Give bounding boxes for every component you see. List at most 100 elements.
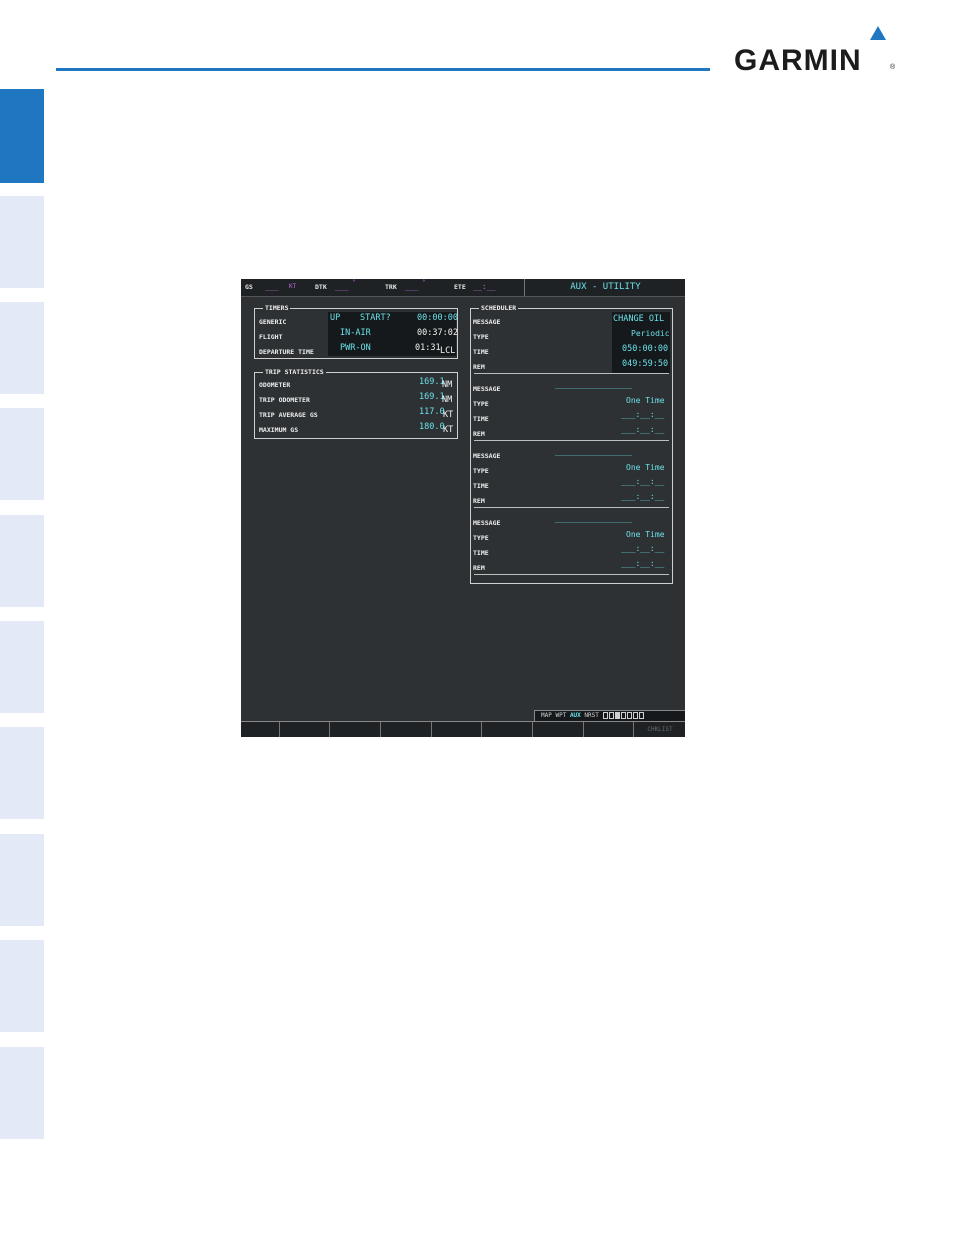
logo-registered: ® [890, 64, 896, 71]
logo-triangle-icon [870, 26, 886, 40]
scheduler-title: SCHEDULER [479, 304, 519, 312]
softkey-2[interactable] [279, 722, 330, 737]
softkey-checklist[interactable]: CHKLIST [633, 722, 685, 737]
sched-1-type-label: TYPE [473, 333, 489, 341]
mfd-screen: GS ___ KT DTK ___ ° TRK ___ ° ETE __:__ … [241, 279, 685, 737]
timer-generic-mode[interactable]: UP [330, 313, 340, 323]
sched-4-time-value[interactable]: ___:__:__ [621, 544, 664, 553]
trip-average-gs-value: 117.0 [419, 407, 445, 417]
sched-2-message-value[interactable]: ________________ [555, 380, 632, 389]
sched-4-message-label: MESSAGE [473, 519, 501, 527]
scheduler-box: SCHEDULER MESSAGE CHANGE OIL TYPE Period… [470, 304, 673, 584]
page-indicator-dot [609, 712, 615, 719]
ete-label: ETE [454, 283, 466, 291]
sched-2-time-value[interactable]: ___:__:__ [621, 410, 664, 419]
side-tab[interactable] [0, 302, 44, 394]
page-title: AUX - UTILITY [524, 279, 685, 296]
sched-4-message-value[interactable]: ________________ [555, 514, 632, 523]
softkey-4[interactable] [380, 722, 431, 737]
dtk-deg: ° [352, 279, 356, 286]
sched-1-message-label: MESSAGE [473, 318, 501, 326]
trip-odometer-value: 169.1 [419, 392, 445, 402]
side-tab[interactable] [0, 621, 44, 713]
maximum-gs-value: 180.0 [419, 422, 445, 432]
sched-4-type-value[interactable]: One Time [626, 530, 665, 539]
sched-2-type-value[interactable]: One Time [626, 396, 665, 405]
sched-2-type-label: TYPE [473, 400, 489, 408]
softkey-3[interactable] [329, 722, 380, 737]
trk-value: ___ [405, 282, 419, 291]
sched-2-time-label: TIME [473, 415, 489, 423]
sched-4-rem-label: REM [473, 564, 485, 572]
timer-departure-label: DEPARTURE TIME [259, 348, 314, 356]
trk-label: TRK [385, 283, 397, 291]
side-tab[interactable] [0, 408, 44, 500]
timer-flight-label: FLIGHT [259, 333, 283, 341]
sched-1-message-value[interactable]: CHANGE OIL [613, 314, 664, 324]
side-tab[interactable] [0, 834, 44, 926]
sched-3-type-value[interactable]: One Time [626, 463, 665, 472]
trip-statistics-box: TRIP STATISTICS ODOMETER 169.1 NM TRIP O… [254, 368, 458, 439]
page-indicator-dot [639, 712, 645, 719]
side-tab[interactable] [0, 196, 44, 288]
group-map: MAP [541, 712, 552, 719]
page-indicator-dot [603, 712, 609, 719]
softkey-5[interactable] [431, 722, 482, 737]
softkey-7[interactable] [532, 722, 583, 737]
trip-average-gs-label: TRIP AVERAGE GS [259, 411, 318, 419]
group-aux-active: AUX [569, 712, 581, 719]
softkey-1[interactable] [241, 722, 279, 737]
softkey-8[interactable] [583, 722, 634, 737]
logo-text: GARMIN [734, 44, 862, 77]
page-indicator-dot [627, 712, 633, 719]
timer-flight-value: 00:37:02 [417, 328, 458, 338]
softkey-6[interactable] [481, 722, 532, 737]
trip-average-gs-unit: KT [443, 410, 454, 420]
sched-1-time-value[interactable]: 050:00:00 [622, 344, 668, 354]
side-tab[interactable] [0, 515, 44, 607]
trip-statistics-title: TRIP STATISTICS [263, 368, 326, 376]
timer-departure-mode[interactable]: PWR-ON [340, 343, 371, 353]
trk-deg: ° [422, 279, 426, 286]
sched-separator [474, 440, 669, 441]
odometer-label: ODOMETER [259, 381, 291, 389]
odometer-unit: NM [442, 380, 453, 390]
timer-departure-unit: LCL [440, 346, 456, 356]
sched-3-message-value[interactable]: ________________ [555, 447, 632, 456]
timers-box: TIMERS GENERIC UP START? 00:00:00 FLIGHT… [254, 304, 458, 359]
sched-3-time-label: TIME [473, 482, 489, 490]
maximum-gs-label: MAXIMUM GS [259, 426, 299, 434]
side-tab[interactable] [0, 940, 44, 1032]
sched-4-rem-value: ___:__:__ [621, 559, 665, 568]
sched-1-rem-label: REM [473, 363, 485, 371]
sched-3-type-label: TYPE [473, 467, 489, 475]
timer-departure-value: 01:31 [415, 343, 441, 353]
header-rule [56, 68, 710, 71]
dtk-value: ___ [335, 282, 349, 291]
side-tab[interactable] [0, 727, 44, 819]
sched-3-rem-value: ___:__:__ [621, 492, 665, 501]
timer-generic-action[interactable]: START? [360, 313, 391, 323]
page-indicator [602, 712, 645, 719]
page-indicator-dot [633, 712, 639, 719]
sched-3-rem-label: REM [473, 497, 485, 505]
garmin-logo: GARMIN ® [734, 26, 900, 78]
timer-flight-mode[interactable]: IN-AIR [340, 328, 371, 338]
sched-2-rem-value: ___:__:__ [621, 425, 665, 434]
maximum-gs-unit: KT [443, 425, 454, 435]
sched-4-type-label: TYPE [473, 534, 489, 542]
sched-4-time-label: TIME [473, 549, 489, 557]
gs-label: GS [245, 283, 253, 291]
timer-generic-value[interactable]: 00:00:00 [417, 313, 458, 323]
sched-separator [474, 507, 669, 508]
sched-3-message-label: MESSAGE [473, 452, 501, 460]
side-tab-active[interactable] [0, 89, 44, 183]
sched-separator [474, 574, 669, 575]
sched-1-type-value[interactable]: Periodic [631, 329, 670, 338]
sched-2-message-label: MESSAGE [473, 385, 501, 393]
top-bar: GS ___ KT DTK ___ ° TRK ___ ° ETE __:__ … [241, 279, 685, 297]
sched-1-time-label: TIME [473, 348, 489, 356]
side-tab[interactable] [0, 1047, 44, 1139]
sched-3-time-value[interactable]: ___:__:__ [621, 477, 664, 486]
page-indicator-current [615, 712, 621, 719]
